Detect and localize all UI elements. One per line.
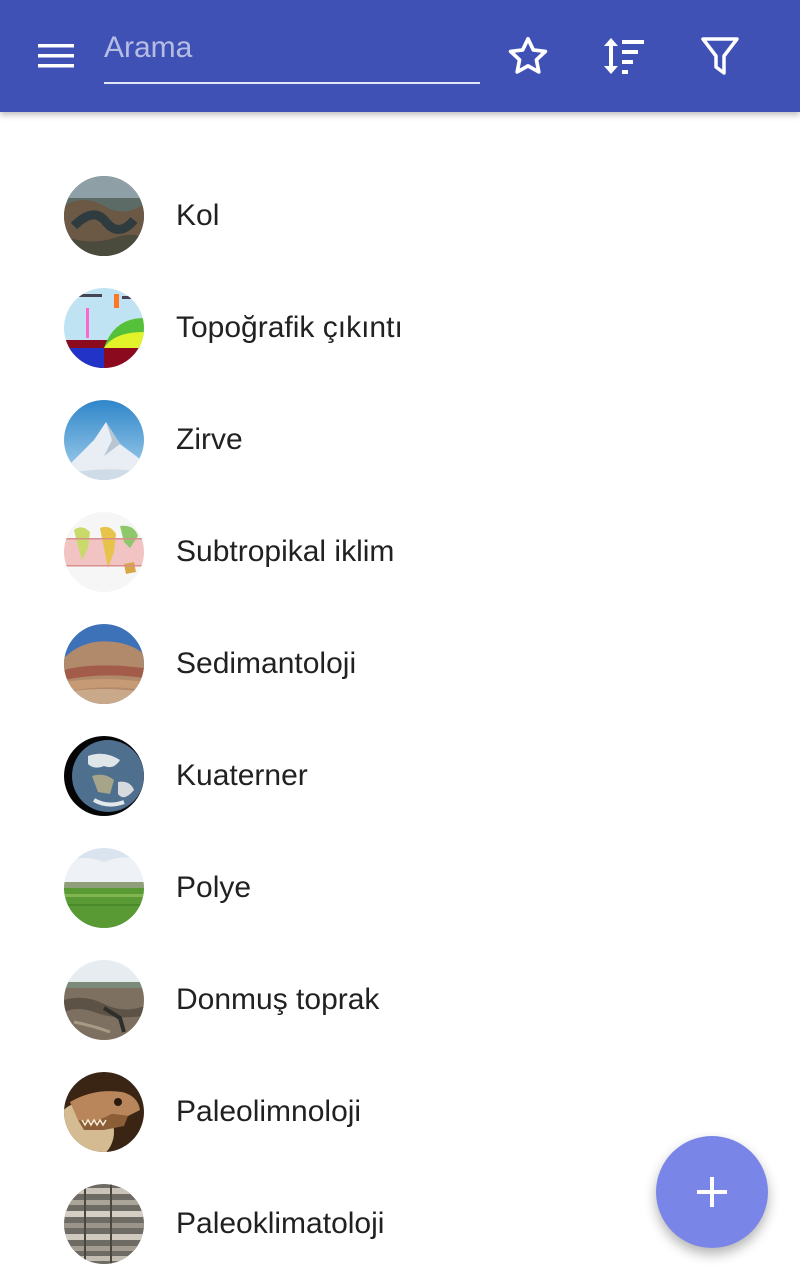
filter-button[interactable]: [692, 28, 748, 84]
permafrost-thumbnail-icon: [64, 960, 144, 1040]
list-item-label: Zirve: [176, 423, 243, 456]
avatar: [64, 848, 144, 928]
list-item-label: Subtropikal iklim: [176, 535, 395, 568]
avatar: [64, 1072, 144, 1152]
list-item[interactable]: Kuaterner: [0, 720, 800, 832]
list-item-label: Paleolimnoloji: [176, 1095, 362, 1128]
canyon-thumbnail-icon: [64, 176, 144, 256]
list-item-label: Donmuş toprak: [176, 983, 380, 1016]
avatar: [64, 512, 144, 592]
avatar: [64, 288, 144, 368]
app-screen: Kol Topoğrafik çıkıntı: [0, 0, 800, 1280]
list-item[interactable]: Subtropikal iklim: [0, 496, 800, 608]
list-item[interactable]: Polye: [0, 832, 800, 944]
list-item-label: Kol: [176, 199, 220, 232]
menu-button[interactable]: [20, 26, 92, 86]
favorites-button[interactable]: [500, 28, 556, 84]
sort-button[interactable]: [596, 28, 652, 84]
climate-map-thumbnail-icon: [64, 512, 144, 592]
avatar: [64, 624, 144, 704]
plus-icon: [697, 1177, 727, 1207]
ice-core-thumbnail-icon: [64, 1184, 144, 1264]
avatar: [64, 400, 144, 480]
filter-icon: [701, 37, 739, 75]
list-item[interactable]: Kol: [0, 160, 800, 272]
dinosaur-skull-thumbnail-icon: [64, 1072, 144, 1152]
star-outline-icon: [508, 36, 548, 74]
list-item[interactable]: Donmuş toprak: [0, 944, 800, 1056]
list-item[interactable]: Topoğrafik çıkıntı: [0, 272, 800, 384]
list-item-label: Sedimantoloji: [176, 647, 357, 680]
list-item-label: Paleoklimatoloji: [176, 1207, 385, 1240]
avatar: [64, 736, 144, 816]
app-toolbar: [0, 0, 800, 112]
list-item-label: Kuaterner: [176, 759, 308, 792]
avatar: [64, 960, 144, 1040]
earth-globe-thumbnail-icon: [64, 736, 144, 816]
list-item-label: Topoğrafik çıkıntı: [176, 311, 403, 344]
field-thumbnail-icon: [64, 848, 144, 928]
add-button[interactable]: [656, 1136, 768, 1248]
search-input[interactable]: [104, 24, 474, 72]
list-item-label: Polye: [176, 871, 252, 904]
hamburger-menu-icon: [38, 44, 74, 68]
sort-icon: [604, 38, 644, 74]
list-item[interactable]: Zirve: [0, 384, 800, 496]
mountain-peak-thumbnail-icon: [64, 400, 144, 480]
rock-strata-thumbnail-icon: [64, 624, 144, 704]
search-field: [104, 24, 480, 84]
diagram-thumbnail-icon: [64, 288, 144, 368]
avatar: [64, 176, 144, 256]
avatar: [64, 1184, 144, 1264]
topic-list: Kol Topoğrafik çıkıntı Zirve Subtropikal…: [0, 160, 800, 1280]
list-item[interactable]: Sedimantoloji: [0, 608, 800, 720]
